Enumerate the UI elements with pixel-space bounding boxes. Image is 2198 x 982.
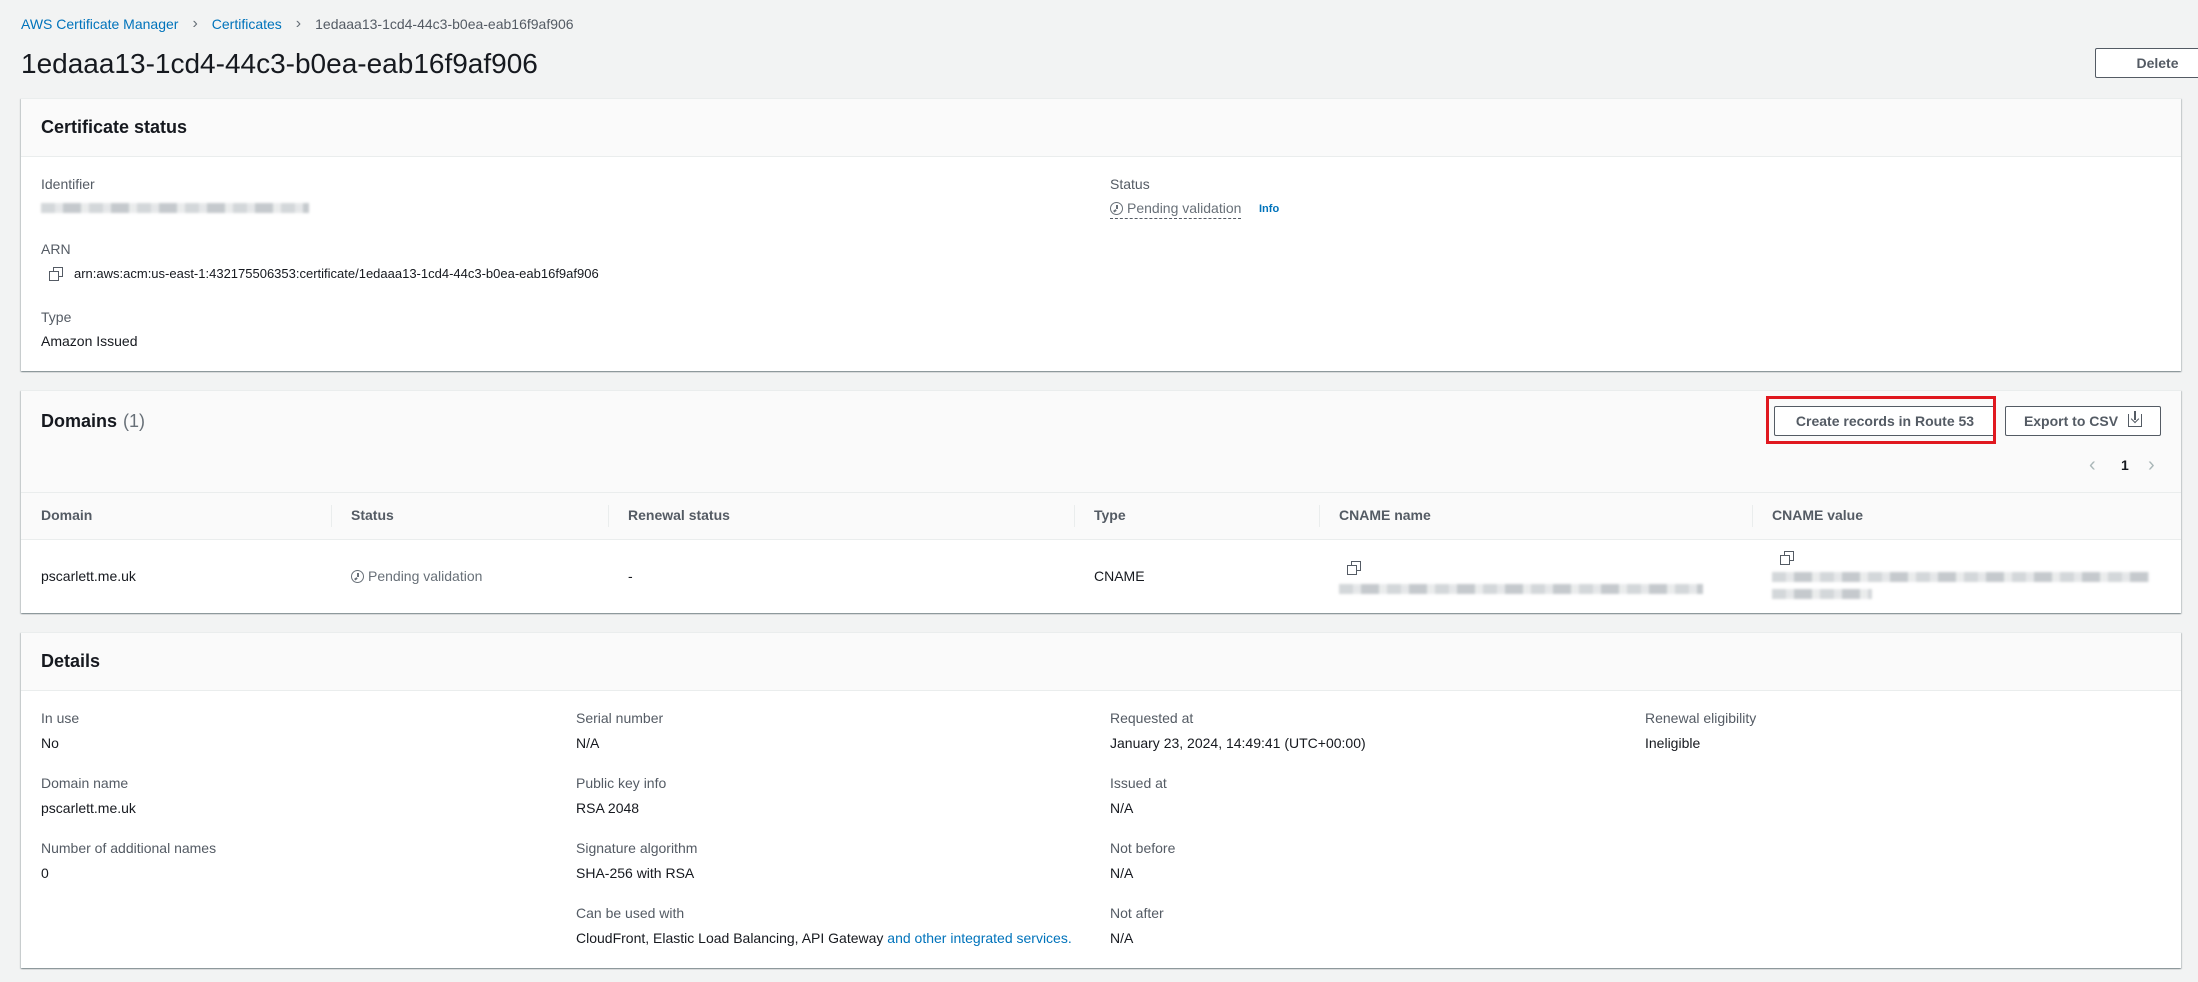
chevron-right-icon[interactable]: › [2148,455,2160,475]
domains-table-header: Domain Status Renewal status Type CNAME … [21,492,2181,540]
requested-at-label: Requested at [1110,710,1194,726]
status-cell-text: Pending validation [368,568,483,584]
public-key-label: Public key info [576,775,667,791]
not-after-value: N/A [1110,930,1134,946]
cname-value-redacted [1772,572,2149,582]
signature-algorithm-value: SHA-256 with RSA [576,865,695,881]
export-csv-button[interactable]: Export to CSV [2005,406,2161,436]
additional-names-value: 0 [41,865,49,881]
used-with-value: CloudFront, Elastic Load Balancing, API … [576,930,1072,946]
chevron-left-icon[interactable]: ‹ [2089,455,2101,475]
renewal-eligibility-label: Renewal eligibility [1645,710,1757,726]
issued-at-value: N/A [1110,800,1134,816]
domain-cell: pscarlett.me.uk [41,568,136,584]
status-label: Status [1110,176,1150,192]
copy-icon[interactable] [49,267,63,281]
integrated-services-link[interactable]: and other integrated services. [887,930,1071,946]
clock-icon [351,570,364,583]
domains-panel: Domains (1) Create records in Route 53 Ex… [21,390,2181,613]
additional-names-label: Number of additional names [41,840,217,856]
status-cell: Pending validation [351,568,482,584]
cname-name-redacted [1339,584,1703,594]
page: AWS Certificate Manager › Certificates ›… [0,0,2198,982]
panel-header: Details [21,633,2181,691]
not-before-label: Not before [1110,840,1176,856]
column-divider [1074,505,1075,527]
serial-number-label: Serial number [576,710,664,726]
domain-name-label: Domain name [41,775,129,791]
not-before-value: N/A [1110,865,1134,881]
requested-at-value: January 23, 2024, 14:49:41 (UTC+00:00) [1110,735,1366,751]
details-panel: Details In use No Domain name pscarlett.… [21,632,2181,968]
clock-icon [1110,202,1123,215]
status-text: Pending validation [1127,200,1242,216]
column-divider [608,505,609,527]
column-cname-value[interactable]: CNAME value [1772,507,1863,523]
certificate-status-panel: Certificate status Identifier Status Pen… [21,98,2181,371]
used-with-text: CloudFront, Elastic Load Balancing, API … [576,930,884,946]
download-icon [2128,410,2143,427]
chevron-right-icon: › [295,15,302,32]
certificate-status-title: Certificate status [41,117,188,137]
create-records-route53-button[interactable]: Create records in Route 53 [1774,406,1996,436]
column-domain[interactable]: Domain [41,507,92,523]
delete-button[interactable]: Delete [2095,48,2198,78]
column-divider [1319,505,1320,527]
domains-title-text: Domains [41,411,118,431]
renewal-status-cell: - [628,568,633,584]
issued-at-label: Issued at [1110,775,1167,791]
public-key-value: RSA 2048 [576,800,640,816]
column-type[interactable]: Type [1094,507,1126,523]
column-cname-name[interactable]: CNAME name [1339,507,1431,523]
info-link[interactable]: Info [1259,203,1279,215]
not-after-label: Not after [1110,905,1164,921]
in-use-value: No [41,735,59,751]
signature-algorithm-label: Signature algorithm [576,840,698,856]
identifier-label: Identifier [41,176,95,192]
identifier-value-redacted [41,203,309,213]
copy-icon[interactable] [1347,561,1361,575]
serial-number-value: N/A [576,735,600,751]
domains-title: Domains (1) [41,411,145,432]
breadcrumb-current: 1edaaa13-1cd4-44c3-b0ea-eab16f9af906 [315,16,574,32]
column-renewal-status[interactable]: Renewal status [628,507,730,523]
chevron-right-icon: › [192,15,198,32]
copy-icon[interactable] [1780,551,1794,565]
used-with-label: Can be used with [576,905,685,921]
breadcrumb-certificates-link[interactable]: Certificates [212,16,282,32]
renewal-eligibility-value: Ineligible [1645,735,1701,751]
type-cell: CNAME [1094,568,1145,584]
status-value[interactable]: Pending validation [1110,200,1242,219]
page-number[interactable]: 1 [2121,457,2129,473]
page-title: 1edaaa13-1cd4-44c3-b0ea-eab16f9af906 [21,48,538,79]
column-status[interactable]: Status [351,507,394,523]
column-divider [331,505,332,527]
domain-name-value: pscarlett.me.uk [41,800,136,816]
type-label: Type [41,309,72,325]
breadcrumb-acm-link[interactable]: AWS Certificate Manager [21,16,178,32]
cname-value-redacted [1772,589,1872,599]
panel-header: Certificate status [21,99,2181,157]
type-value: Amazon Issued [41,333,138,349]
column-divider [1752,505,1753,527]
arn-value: arn:aws:acm:us-east-1:432175506353:certi… [74,266,599,281]
arn-label: ARN [41,241,71,257]
in-use-label: In use [41,710,80,726]
domains-count: (1) [123,411,146,431]
details-title: Details [41,651,101,671]
breadcrumb: AWS Certificate Manager › Certificates ›… [21,14,574,34]
export-csv-label: Export to CSV [2023,413,2119,429]
